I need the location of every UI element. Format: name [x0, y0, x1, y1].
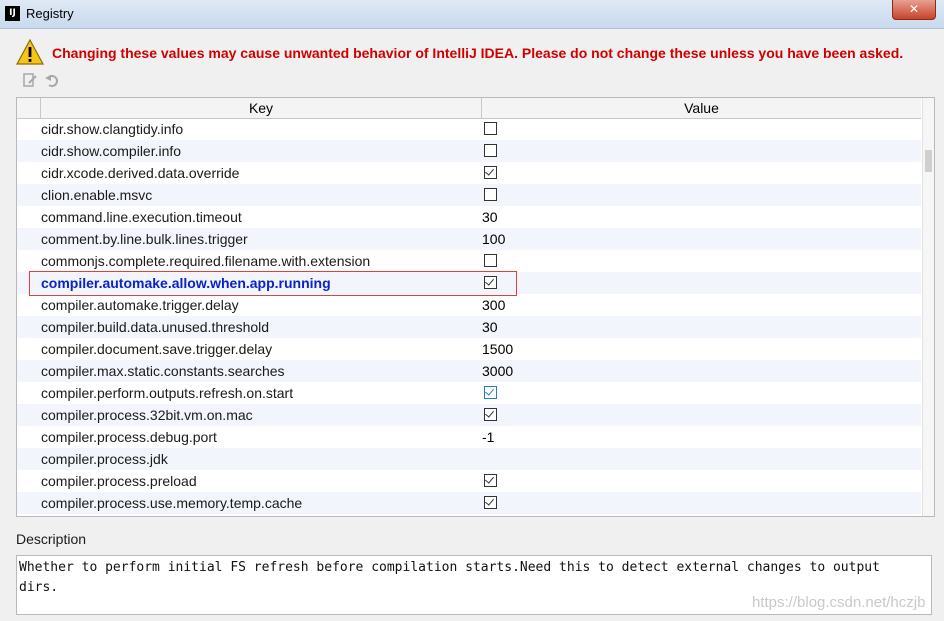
- table-row[interactable]: cidr.show.compiler.info: [17, 140, 921, 162]
- registry-key: commonjs.complete.required.filename.with…: [41, 253, 371, 269]
- edit-icon[interactable]: [22, 72, 38, 88]
- registry-key: compiler.build.data.unused.threshold: [41, 319, 270, 335]
- registry-value[interactable]: 100: [482, 228, 505, 250]
- table-row[interactable]: compiler.process.use.memory.temp.cache: [17, 492, 921, 514]
- table-row[interactable]: compiler.process.jdk: [17, 448, 921, 470]
- value-checkbox[interactable]: [484, 474, 497, 487]
- value-checkbox[interactable]: [484, 254, 497, 267]
- registry-key: compiler.max.static.constants.searches: [41, 363, 285, 379]
- table-row[interactable]: command.line.execution.timeout 30: [17, 206, 921, 228]
- value-checkbox[interactable]: [484, 276, 497, 289]
- table-row[interactable]: compiler.document.save.trigger.delay 1500: [17, 338, 921, 360]
- watermark: https://blog.csdn.net/hczjb: [752, 594, 926, 611]
- registry-key: compiler.automake.trigger.delay: [41, 297, 239, 313]
- window-title: Registry: [26, 6, 74, 21]
- value-checkbox[interactable]: [484, 122, 497, 135]
- registry-key: compiler.process.preload: [41, 473, 197, 489]
- registry-value[interactable]: 300: [482, 294, 505, 316]
- registry-key: compiler.automake.allow.when.app.running: [41, 275, 331, 291]
- registry-key: compiler.perform.outputs.refresh.on.star…: [41, 385, 294, 401]
- registry-key: cidr.show.clangtidy.info: [41, 121, 184, 137]
- table-row[interactable]: compiler.process.32bit.vm.on.mac: [17, 404, 921, 426]
- registry-value[interactable]: 30: [482, 206, 498, 228]
- warning-message: Changing these values may cause unwanted…: [52, 45, 904, 61]
- table-row[interactable]: cidr.xcode.derived.data.override: [17, 162, 921, 184]
- value-checkbox[interactable]: [484, 386, 497, 399]
- vertical-scrollbar[interactable]: [922, 98, 934, 516]
- table-row[interactable]: cidr.show.clangtidy.info: [17, 118, 921, 140]
- table-row[interactable]: comment.by.line.bulk.lines.trigger 100: [17, 228, 921, 250]
- registry-key: cidr.xcode.derived.data.override: [41, 165, 240, 181]
- value-checkbox[interactable]: [484, 408, 497, 421]
- table-row[interactable]: clion.enable.msvc: [17, 184, 921, 206]
- registry-key: comment.by.line.bulk.lines.trigger: [41, 231, 248, 247]
- table-row[interactable]: compiler.build.data.unused.threshold 30: [17, 316, 921, 338]
- table-row[interactable]: commonjs.complete.required.filename.with…: [17, 250, 921, 272]
- table-row[interactable]: compiler.automake.trigger.delay 300: [17, 294, 921, 316]
- column-header-key[interactable]: Key: [41, 98, 482, 118]
- registry-value[interactable]: 30: [482, 316, 498, 338]
- registry-key: compiler.process.32bit.vm.on.mac: [41, 407, 253, 423]
- value-checkbox[interactable]: [484, 144, 497, 157]
- registry-key: compiler.process.use.memory.temp.cache: [41, 495, 303, 511]
- registry-value[interactable]: -1: [482, 426, 494, 448]
- value-checkbox[interactable]: [484, 188, 497, 201]
- registry-table: Key Value cidr.show.clangtidy.info cidr.s…: [16, 97, 935, 517]
- registry-value[interactable]: 3000: [482, 360, 513, 382]
- registry-key: compiler.document.save.trigger.delay: [41, 341, 273, 357]
- table-row[interactable]: compiler.process.preload: [17, 470, 921, 492]
- close-button[interactable]: ✕: [892, 0, 936, 20]
- registry-key: command.line.execution.timeout: [41, 209, 242, 225]
- table-row[interactable]: compiler.process.debug.port -1: [17, 426, 921, 448]
- column-header-value[interactable]: Value: [482, 98, 921, 118]
- table-body: cidr.show.clangtidy.info cidr.show.compil…: [17, 118, 921, 514]
- table-header: Key Value: [17, 98, 921, 119]
- registry-key: clion.enable.msvc: [41, 187, 153, 203]
- revert-icon[interactable]: [44, 72, 60, 88]
- registry-key: cidr.show.compiler.info: [41, 143, 182, 159]
- value-checkbox[interactable]: [484, 496, 497, 509]
- description-label: Description: [16, 531, 87, 547]
- intellij-app-icon: IJ: [5, 6, 20, 21]
- warning-icon: [16, 39, 44, 65]
- table-row[interactable]: compiler.max.static.constants.searches 30…: [17, 360, 921, 382]
- value-checkbox[interactable]: [484, 166, 497, 179]
- header-corner: [17, 98, 41, 118]
- table-row[interactable]: compiler.automake.allow.when.app.running: [17, 272, 921, 294]
- registry-key: compiler.process.debug.port: [41, 429, 217, 445]
- table-row[interactable]: compiler.perform.outputs.refresh.on.star…: [17, 382, 921, 404]
- registry-value[interactable]: 1500: [482, 338, 513, 360]
- title-bar: IJ Registry ✕: [0, 0, 944, 29]
- registry-key: compiler.process.jdk: [41, 451, 168, 467]
- scrollbar-thumb[interactable]: [925, 150, 932, 172]
